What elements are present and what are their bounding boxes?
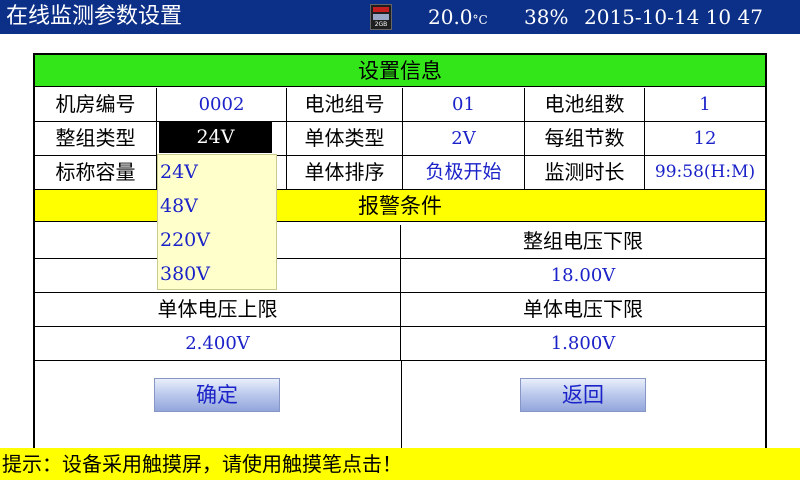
group-voltage-lower-label: 整组电压下限 bbox=[523, 229, 643, 253]
back-button[interactable]: 返回 bbox=[520, 378, 646, 412]
alarm-row-cell-values: 2.400V 1.800V bbox=[35, 327, 765, 361]
cell-voltage-upper-field[interactable]: 2.400V bbox=[35, 327, 401, 360]
monitor-duration-field[interactable]: 99:58(H:M) bbox=[645, 156, 765, 189]
alarm-row-group-labels: 整组电压上限 整组电压下限 bbox=[35, 225, 765, 259]
settings-row-3: 标称容量 单体排序 负极开始 监测时长 99:58(H:M) bbox=[35, 156, 765, 190]
monitor-duration-label: 监测时长 bbox=[525, 156, 645, 189]
cell-voltage-lower-field[interactable]: 1.800V bbox=[401, 327, 765, 360]
battery-group-count-field[interactable]: 1 bbox=[645, 88, 765, 121]
cell-voltage-lower-label: 单体电压下限 bbox=[523, 297, 643, 321]
battery-group-count-label: 电池组数 bbox=[525, 88, 645, 121]
alarm-row-group-values: 18.00V bbox=[35, 259, 765, 293]
temperature-value: 20.0 bbox=[428, 5, 473, 29]
battery-group-number-field[interactable]: 01 bbox=[403, 88, 525, 121]
title-bar: 在线监测参数设置 2GB 20.0°C 38% 2015-10-14 10 47 bbox=[0, 0, 800, 34]
confirm-button[interactable]: 确定 bbox=[154, 378, 280, 412]
humidity-readout: 38% bbox=[524, 5, 569, 29]
settings-row-2: 整组类型 单体类型 2V 每组节数 12 bbox=[35, 122, 765, 156]
battery-group-number-label: 电池组号 bbox=[287, 88, 403, 121]
button-row: 确定 返回 bbox=[35, 361, 765, 455]
settings-section-title: 设置信息 bbox=[35, 55, 765, 87]
dropdown-option-380v[interactable]: 380V bbox=[158, 257, 276, 291]
nominal-capacity-label: 标称容量 bbox=[35, 156, 157, 189]
room-number-label: 机房编号 bbox=[35, 88, 157, 121]
temperature-readout: 20.0°C bbox=[428, 4, 488, 33]
sd-card-icon: 2GB bbox=[370, 4, 392, 30]
dropdown-option-24v[interactable]: 24V bbox=[158, 155, 276, 189]
cells-per-group-field[interactable]: 12 bbox=[645, 122, 765, 155]
dropdown-option-220v[interactable]: 220V bbox=[158, 223, 276, 257]
alarm-row-cell-labels: 单体电压上限 单体电压下限 bbox=[35, 293, 765, 327]
cell-order-label: 单体排序 bbox=[287, 156, 403, 189]
page-title: 在线监测参数设置 bbox=[6, 4, 183, 29]
group-type-label: 整组类型 bbox=[35, 122, 157, 155]
cell-type-field[interactable]: 2V bbox=[403, 122, 525, 155]
datetime-readout: 2015-10-14 10 47 bbox=[584, 5, 763, 29]
temperature-unit: °C bbox=[472, 13, 488, 27]
settings-panel: 设置信息 机房编号 0002 电池组号 01 电池组数 1 整组类型 单体类型 … bbox=[33, 53, 767, 455]
group-voltage-lower-field[interactable]: 18.00V bbox=[401, 259, 765, 292]
settings-row-1: 机房编号 0002 电池组号 01 电池组数 1 bbox=[35, 88, 765, 122]
room-number-field[interactable]: 0002 bbox=[157, 88, 287, 121]
group-type-select[interactable]: 24V bbox=[159, 122, 272, 153]
alarm-section-title: 报警条件 bbox=[35, 190, 765, 222]
cell-order-field[interactable]: 负极开始 bbox=[403, 156, 525, 189]
cell-voltage-upper-label: 单体电压上限 bbox=[35, 293, 401, 326]
sd-card-capacity: 2GB bbox=[374, 21, 388, 28]
button-divider bbox=[401, 361, 402, 455]
group-type-dropdown-list: 24V 48V 220V 380V bbox=[157, 154, 277, 290]
dropdown-option-48v[interactable]: 48V bbox=[158, 189, 276, 223]
cells-per-group-label: 每组节数 bbox=[525, 122, 645, 155]
hint-bar: 提示：设备采用触摸屏，请使用触摸笔点击！ bbox=[0, 448, 800, 480]
cell-type-label: 单体类型 bbox=[287, 122, 403, 155]
